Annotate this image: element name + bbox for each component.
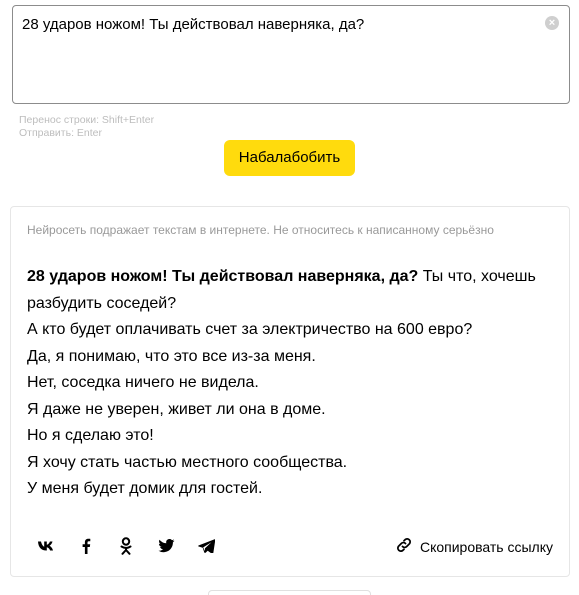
result-line: Я хочу стать частью местного сообщества. (27, 453, 348, 471)
vk-icon[interactable] (35, 535, 57, 557)
telegram-icon[interactable] (195, 535, 217, 557)
copy-link-label: Скопировать ссылку (419, 538, 553, 555)
input-value[interactable]: 28 ударов ножом! Ты действовал наверняка… (22, 16, 364, 34)
result-line: А кто будет оплачивать счет за электриче… (27, 321, 473, 338)
result-line: Да, я понимаю, что это все из-за меня. (27, 347, 316, 365)
share-row: Скопировать ссылку (11, 535, 569, 559)
odnoklassniki-icon[interactable] (115, 535, 137, 557)
hint-send: Отправить: Enter (19, 127, 102, 139)
result-line: Я даже не уверен, живет ли она в доме. (27, 400, 326, 418)
result-prompt: 28 ударов ножом! Ты действовал наверняка… (27, 268, 419, 285)
result-line: У меня будет домик для гостей. (27, 480, 263, 497)
facebook-icon[interactable] (75, 535, 97, 557)
bottom-element[interactable] (208, 590, 371, 595)
result-text: 28 ударов ножом! Ты действовал наверняка… (27, 264, 557, 503)
clear-icon[interactable]: × (545, 16, 559, 30)
copy-link-button[interactable]: Скопировать ссылку (396, 537, 553, 556)
keyboard-hints: Перенос строки: Shift+Enter Отправить: E… (19, 114, 154, 140)
text-input[interactable]: 28 ударов ножом! Ты действовал наверняка… (12, 5, 570, 104)
hint-line-break: Перенос строки: Shift+Enter (19, 114, 155, 126)
result-line: Но я сделаю это! (27, 427, 154, 444)
link-icon (396, 537, 412, 556)
disclaimer: Нейросеть подражает текстам в интернете.… (27, 223, 494, 237)
result-line: Нет, соседка ничего не видела. (27, 374, 259, 391)
generate-button[interactable]: Набалабобить (224, 140, 355, 176)
result-card: Нейросеть подражает текстам в интернете.… (10, 206, 570, 577)
twitter-icon[interactable] (155, 535, 177, 557)
result-first-paragraph: 28 ударов ножом! Ты действовал наверняка… (27, 264, 557, 317)
